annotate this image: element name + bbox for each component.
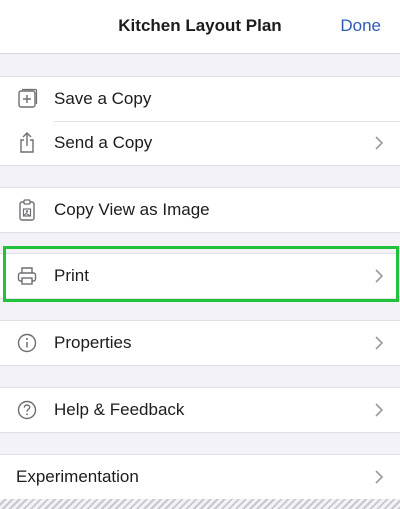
properties-group: Properties: [0, 320, 400, 366]
copy-view-image-label: Copy View as Image: [54, 200, 210, 219]
done-button[interactable]: Done: [340, 16, 381, 36]
copy-view-image-item[interactable]: Copy View as Image: [0, 188, 400, 232]
plus-square-icon: [14, 87, 40, 111]
properties-item[interactable]: Properties: [0, 321, 400, 365]
navigation-header: Kitchen Layout Plan Done: [0, 0, 400, 54]
save-copy-item[interactable]: Save a Copy: [0, 77, 400, 121]
save-copy-label: Save a Copy: [54, 89, 152, 108]
chevron-right-icon: [375, 136, 384, 150]
print-item[interactable]: Print: [0, 254, 400, 298]
properties-label: Properties: [54, 333, 132, 352]
copy-actions-group: Save a Copy Send a Copy: [0, 76, 400, 166]
send-copy-item[interactable]: Send a Copy: [0, 121, 400, 165]
chevron-right-icon: [375, 403, 384, 417]
chevron-right-icon: [375, 470, 384, 484]
printer-icon: [14, 264, 40, 288]
clipboard-image-icon: [14, 198, 40, 222]
experimentation-item[interactable]: Experimentation: [0, 455, 400, 499]
share-icon: [14, 131, 40, 155]
experimentation-label: Experimentation: [16, 467, 139, 486]
image-actions-group: Copy View as Image: [0, 187, 400, 233]
chevron-right-icon: [375, 269, 384, 283]
help-icon: [14, 398, 40, 422]
chevron-right-icon: [375, 336, 384, 350]
help-group: Help & Feedback: [0, 387, 400, 433]
torn-edge-divider: [0, 499, 400, 509]
help-feedback-label: Help & Feedback: [54, 400, 185, 419]
experimentation-group: Experimentation: [0, 454, 400, 500]
print-group: Print: [0, 253, 400, 299]
help-feedback-item[interactable]: Help & Feedback: [0, 388, 400, 432]
info-icon: [14, 331, 40, 355]
send-copy-label: Send a Copy: [54, 133, 153, 152]
print-label: Print: [54, 266, 89, 285]
